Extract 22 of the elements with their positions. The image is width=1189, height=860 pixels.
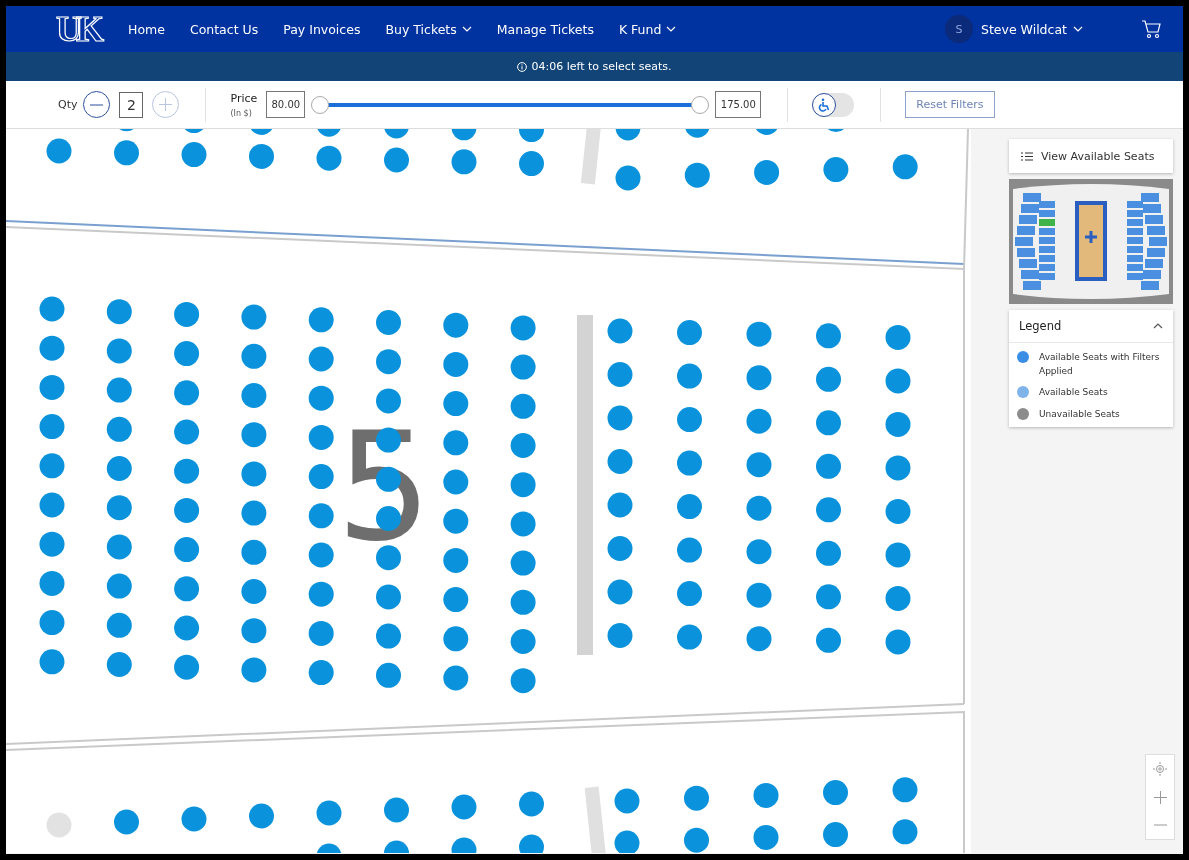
- qty-label: Qty: [58, 98, 78, 111]
- nav-link[interactable]: Home: [128, 21, 165, 37]
- quantity-field[interactable]: 2: [119, 91, 144, 118]
- legend-label: Available Seats: [1039, 386, 1108, 399]
- legend-label: Available Seats with Filters Applied: [1039, 351, 1161, 378]
- user-avatar[interactable]: S: [945, 15, 973, 43]
- university-logo[interactable]: UK: [56, 11, 98, 47]
- view-available-seats-button[interactable]: View Available Seats: [1009, 139, 1173, 173]
- nav-link[interactable]: Pay Invoices: [283, 21, 361, 37]
- reset-filters-button[interactable]: Reset Filters: [905, 91, 995, 118]
- nav-link[interactable]: Buy Tickets: [385, 21, 472, 37]
- user-menu[interactable]: Steve Wildcat: [981, 21, 1083, 37]
- price-unit: (In $): [230, 108, 253, 118]
- max-price-field[interactable]: 175.00: [715, 91, 762, 118]
- min-price-field[interactable]: 80.00: [266, 91, 306, 118]
- price-label: Price: [230, 91, 258, 105]
- nav-link[interactable]: K Fund: [618, 21, 677, 37]
- nav-link[interactable]: Contact Us: [189, 21, 259, 37]
- timer-message: 04:06 left to select seats.: [531, 60, 672, 73]
- legend-label: Unavailable Seats: [1039, 407, 1120, 421]
- legend-title: Legend: [1019, 319, 1062, 333]
- nav-link[interactable]: Manage Tickets: [496, 21, 594, 37]
